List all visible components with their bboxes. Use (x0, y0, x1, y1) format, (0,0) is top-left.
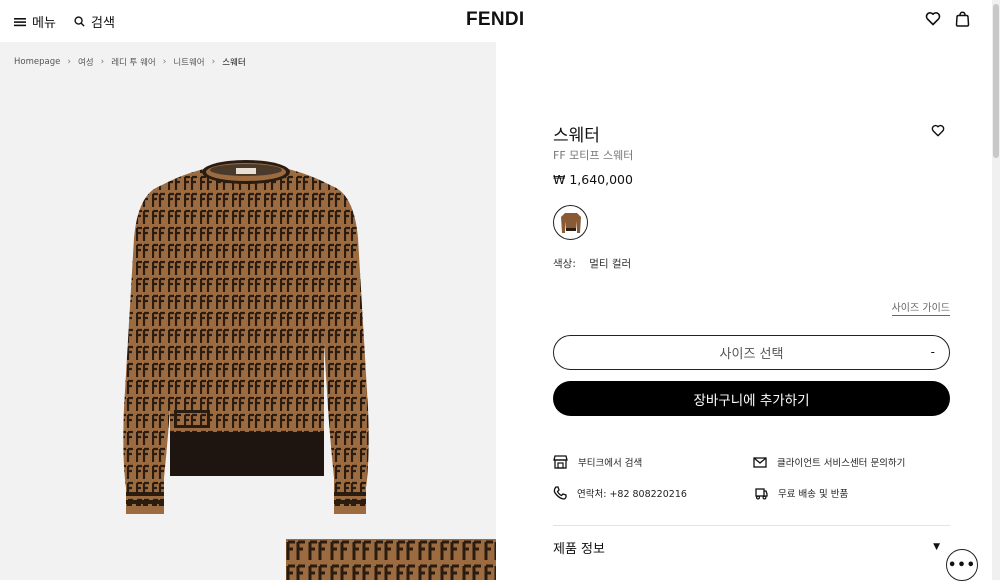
color-info: 색상: 멀티 컬러 (553, 256, 631, 271)
product-price: ₩ 1,640,000 (553, 172, 633, 187)
chevron-right-icon: › (67, 57, 71, 67)
color-value: 멀티 컬러 (589, 258, 632, 270)
chat-button[interactable]: ••• (946, 549, 978, 581)
chevron-right-icon: › (162, 57, 167, 67)
client-service-label: 클라이언트 서비스센터 문의하기 (777, 458, 906, 469)
contact-label: 연락처: +82 808220216 (577, 489, 687, 500)
scrollbar-thumb[interactable] (993, 4, 999, 158)
add-to-cart-button[interactable]: 장바구니에 추가하기 (553, 381, 950, 416)
scrollbar[interactable] (992, 0, 1000, 580)
breadcrumb: Homepage › 여성 › 레디 투 웨어 › 니트웨어 › 스웨터 (14, 56, 246, 68)
free-shipping-returns[interactable]: 무료 배송 및 반품 (753, 486, 848, 500)
product-gallery: Homepage › 여성 › 레디 투 웨어 › 니트웨어 › 스웨터 (0, 42, 496, 580)
top-navigation: 메뉴 검색 FENDI (0, 0, 992, 42)
product-image-detail[interactable] (286, 539, 496, 580)
shipping-label: 무료 배송 및 반품 (778, 489, 849, 500)
breadcrumb-women[interactable]: 여성 (78, 56, 94, 68)
product-image-sweater[interactable] (120, 158, 372, 518)
product-info-label: 제품 정보 (553, 541, 605, 557)
breadcrumb-ready-to-wear[interactable]: 레디 투 웨어 (111, 56, 156, 68)
find-in-boutique-label: 부티크에서 검색 (578, 458, 643, 469)
chevron-down-icon: - (930, 345, 935, 359)
search-icon (74, 16, 85, 27)
caret-down-icon: ▼ (933, 542, 940, 552)
size-select[interactable]: 사이즈 선택 - (553, 335, 950, 370)
product-title: 스웨터 (553, 126, 600, 146)
divider (553, 525, 950, 526)
breadcrumb-knitwear[interactable]: 니트웨어 (173, 56, 204, 68)
contact-client-service[interactable]: 클라이언트 서비스센터 문의하기 (753, 455, 905, 469)
phone-icon (553, 486, 567, 500)
product-info-accordion[interactable]: 제품 정보 ▼ (553, 534, 950, 560)
breadcrumb-homepage[interactable]: Homepage (14, 57, 60, 67)
heart-icon[interactable] (931, 124, 945, 137)
size-guide-link[interactable]: 사이즈 가이드 (891, 299, 950, 316)
product-details: 스웨터 FF 모티프 스웨터 ₩ 1,640,000 색상: 멀티 컬러 사이즈… (496, 42, 992, 580)
contact-phone[interactable]: 연락처: +82 808220216 (553, 486, 687, 500)
store-icon (553, 455, 568, 469)
heart-icon[interactable] (925, 11, 941, 26)
chevron-right-icon: › (211, 57, 216, 67)
sweater-thumbnail-icon (560, 212, 581, 233)
delivery-truck-icon (755, 487, 768, 500)
color-swatch[interactable] (553, 205, 588, 240)
menu-icon (14, 17, 26, 26)
shopping-bag-icon[interactable] (955, 11, 970, 27)
search-button[interactable]: 검색 (74, 12, 115, 31)
size-select-label: 사이즈 선택 (719, 347, 784, 362)
chevron-right-icon: › (100, 57, 105, 67)
product-subtitle: FF 모티프 스웨터 (553, 149, 634, 162)
search-label: 검색 (91, 16, 115, 31)
menu-button[interactable]: 메뉴 (14, 12, 56, 31)
breadcrumb-sweater: 스웨터 (222, 58, 246, 68)
menu-label: 메뉴 (32, 16, 56, 31)
find-in-boutique[interactable]: 부티크에서 검색 (553, 455, 642, 469)
color-label: 색상: (553, 258, 576, 270)
fendi-logo[interactable]: FENDI (466, 9, 525, 31)
mail-icon (753, 456, 767, 468)
